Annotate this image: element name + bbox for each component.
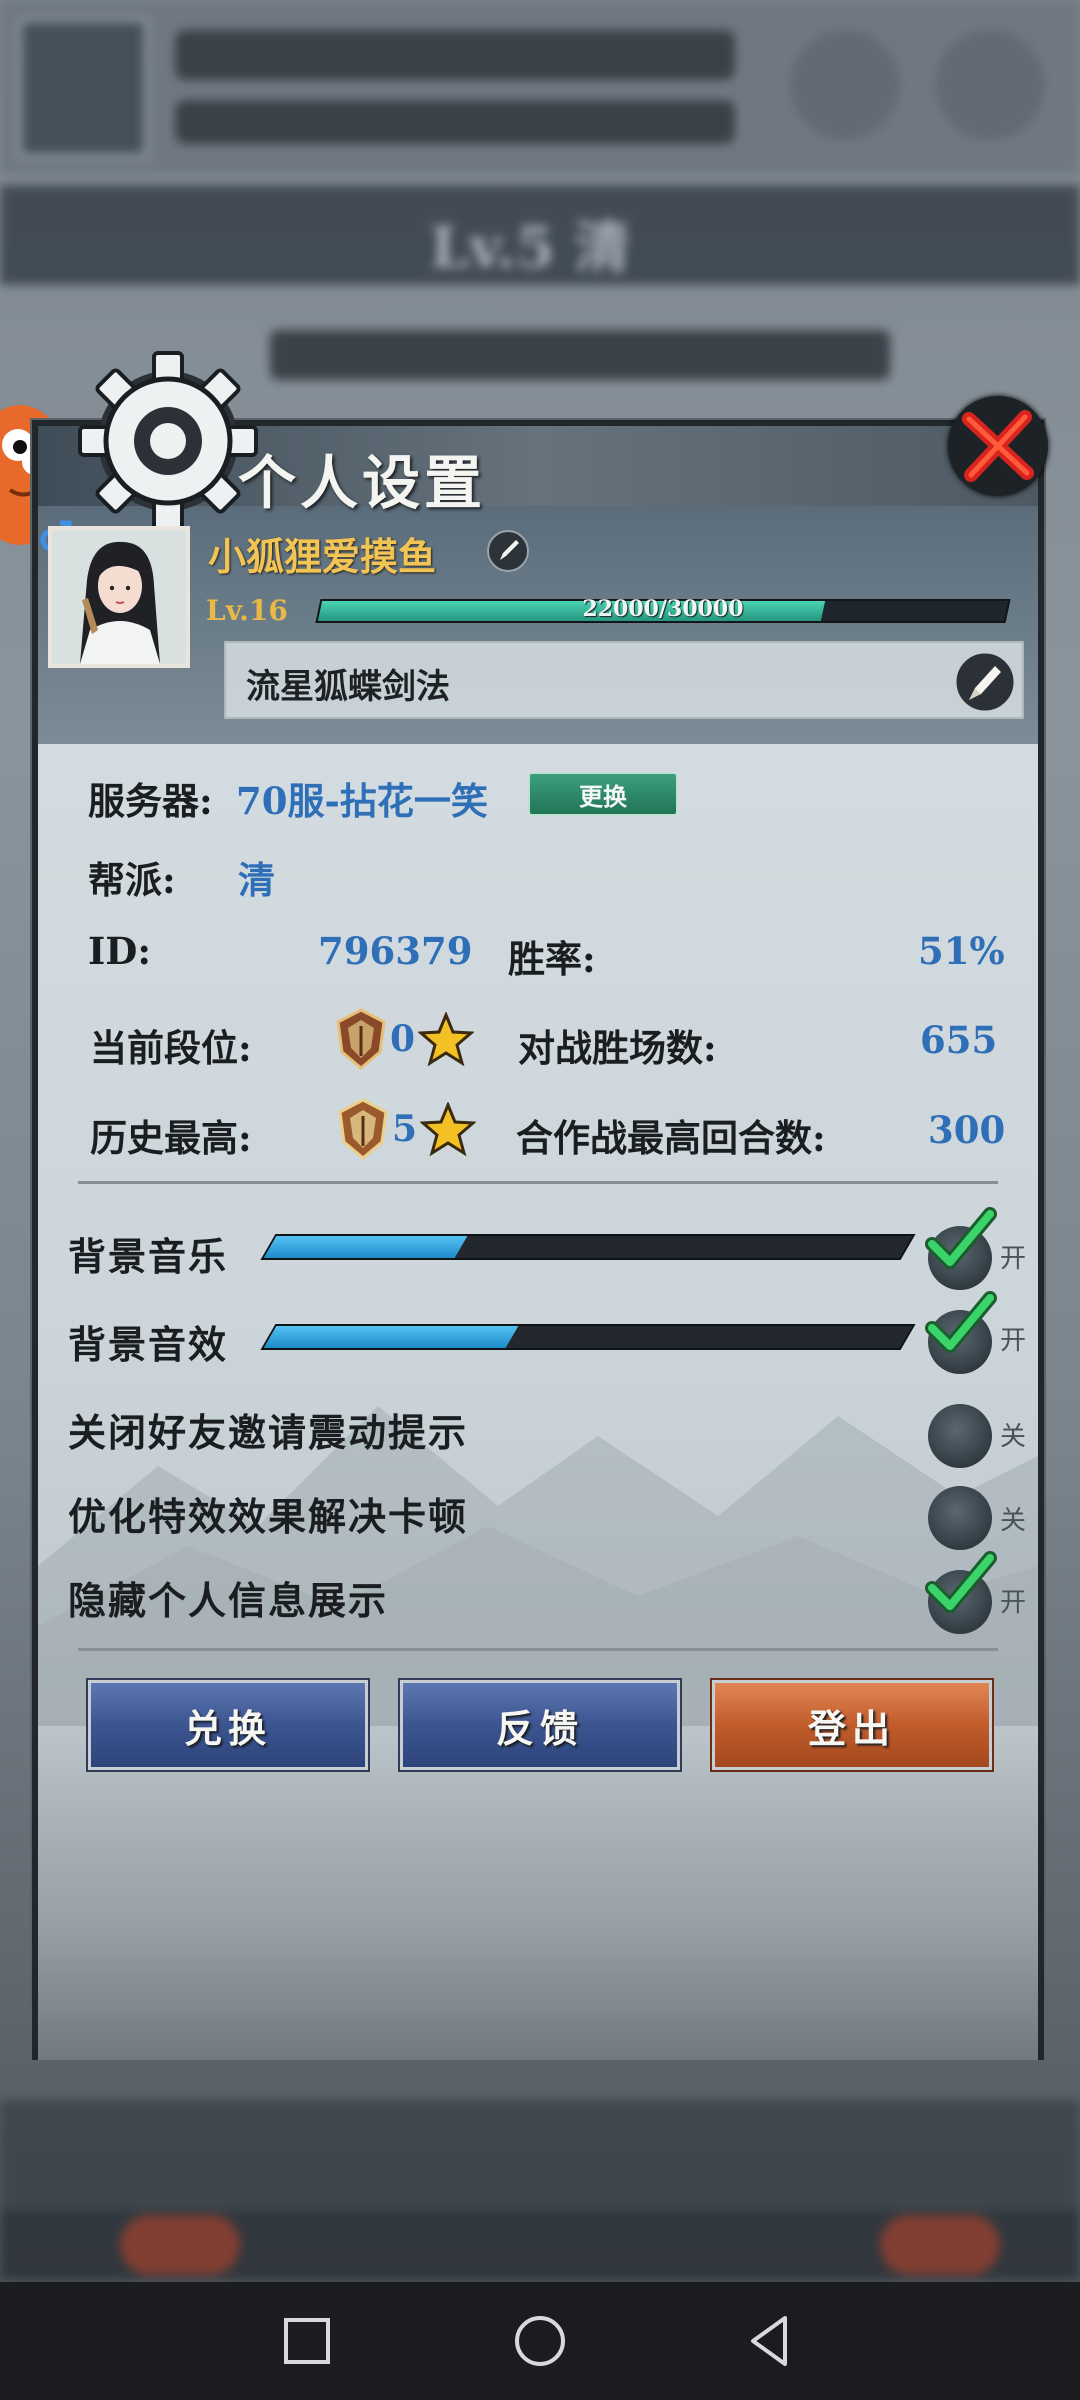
sfx-label: 背景音效: [68, 1322, 229, 1367]
history-high-value: 5: [392, 1108, 418, 1150]
player-avatar[interactable]: [48, 526, 190, 668]
optimize-effects-label: 优化特效效果解决卡顿: [68, 1494, 469, 1539]
system-navigation-bar: [0, 2282, 1080, 2400]
home-icon[interactable]: [505, 2306, 575, 2376]
sfx-slider-fill: [263, 1326, 519, 1348]
history-high-label: 历史最高:: [90, 1116, 252, 1160]
back-icon[interactable]: [735, 2306, 805, 2376]
player-title-box: 流星狐蝶剑法: [224, 641, 1024, 719]
bgm-toggle[interactable]: [925, 1207, 997, 1290]
rank-emblem-icon: [338, 1098, 388, 1160]
coop-rounds-label: 合作战最高回合数:: [516, 1116, 826, 1160]
friend-vibrate-toggle[interactable]: [928, 1404, 992, 1468]
edit-name-button[interactable]: [486, 529, 530, 573]
id-value: 796379: [318, 929, 473, 973]
bgm-slider[interactable]: [260, 1234, 916, 1260]
coop-rounds-value: 300: [928, 1108, 1006, 1152]
recent-apps-icon[interactable]: [272, 2306, 342, 2376]
edit-title-button[interactable]: [951, 648, 1019, 716]
bgm-slider-fill: [263, 1236, 468, 1258]
personal-settings-dialog: 个人设置 小狐狸爱摸鱼 Lv.16 22000/30000 流星狐蝶剑法 服务器…: [32, 351, 1048, 2060]
sfx-slider[interactable]: [260, 1324, 916, 1350]
redeem-button[interactable]: 兑换: [86, 1678, 370, 1772]
dialog-title: 个人设置: [238, 449, 487, 517]
optimize-effects-toggle[interactable]: [928, 1486, 992, 1550]
bg-level-text: Lv.5 清: [430, 215, 631, 281]
exp-progress-text: 22000/30000: [582, 596, 744, 622]
close-icon: [962, 410, 1034, 482]
sfx-toggle-state: 开: [1000, 1326, 1027, 1356]
divider: [78, 1648, 998, 1651]
winrate-label: 胜率:: [508, 937, 596, 981]
hide-info-label: 隐藏个人信息展示: [68, 1578, 389, 1623]
checkmark-icon: [925, 1207, 997, 1269]
hide-info-state: 开: [1000, 1588, 1027, 1618]
dialog-bottom-fade: [38, 1720, 1038, 2060]
sfx-toggle[interactable]: [925, 1291, 997, 1374]
avatar-portrait: [52, 530, 186, 664]
current-rank-value: 0: [390, 1018, 416, 1060]
feedback-button[interactable]: 反馈: [398, 1678, 682, 1772]
bg-tab-icon: [120, 2215, 240, 2275]
rank-emblem-icon: [336, 1008, 386, 1070]
star-icon: [420, 1102, 476, 1157]
player-title-name: 流星狐蝶剑法: [246, 667, 450, 707]
bg-level-banner: Lv.5 清: [0, 185, 1080, 285]
bg-tab-icon: [880, 2215, 1000, 2275]
player-level: Lv.16: [206, 594, 288, 627]
id-label: ID:: [88, 929, 152, 973]
checkmark-icon: [925, 1291, 997, 1353]
checkmark-icon: [925, 1551, 997, 1613]
bg-resource-bar: [175, 30, 735, 80]
bg-menu-icon: [790, 30, 900, 140]
star-icon: [418, 1012, 474, 1067]
guild-label: 帮派:: [88, 858, 176, 902]
server-label: 服务器:: [88, 779, 213, 823]
current-rank-label: 当前段位:: [90, 1026, 252, 1070]
battle-wins-value: 655: [920, 1018, 998, 1062]
battle-wins-label: 对战胜场数:: [518, 1026, 717, 1070]
bg-menu-icon: [935, 30, 1045, 140]
player-name: 小狐狸爱摸鱼: [208, 534, 437, 579]
friend-vibrate-label: 关闭好友邀请震动提示: [68, 1410, 469, 1455]
bg-notice-bar: [270, 330, 890, 380]
bg-resource-bar: [175, 100, 735, 144]
guild-value: 清: [238, 858, 275, 902]
friend-vibrate-state: 关: [1000, 1422, 1027, 1452]
change-server-button[interactable]: 更换: [528, 772, 678, 816]
hide-info-toggle[interactable]: [925, 1551, 997, 1634]
close-button[interactable]: [948, 396, 1048, 496]
server-value: 70服-拈花一笑: [236, 779, 488, 823]
bg-top-bar: [0, 0, 1080, 175]
optimize-effects-state: 关: [1000, 1506, 1027, 1536]
divider: [78, 1181, 998, 1184]
bg-avatar: [18, 18, 148, 158]
logout-button[interactable]: 登出: [710, 1678, 994, 1772]
bgm-toggle-state: 开: [1000, 1244, 1027, 1274]
winrate-value: 51%: [918, 929, 1005, 973]
bgm-label: 背景音乐: [68, 1234, 229, 1279]
